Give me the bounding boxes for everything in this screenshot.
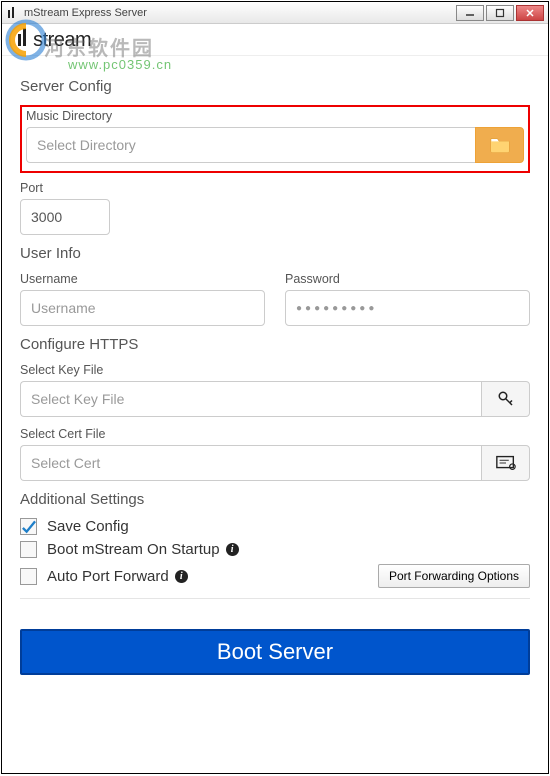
configure-https-heading: Configure HTTPS [20, 336, 530, 353]
password-input[interactable] [285, 290, 530, 326]
port-label: Port [20, 181, 530, 195]
watermark-logo-icon [4, 18, 48, 62]
auto-port-forward-label: Auto Port Forward [47, 568, 169, 585]
music-directory-highlight: Music Directory [20, 105, 530, 173]
username-input[interactable] [20, 290, 265, 326]
browse-directory-button[interactable] [475, 127, 524, 163]
browse-cert-file-button[interactable] [481, 445, 530, 481]
username-label: Username [20, 272, 265, 286]
music-directory-input[interactable] [26, 127, 475, 163]
key-file-label: Select Key File [20, 363, 530, 377]
auto-port-forward-checkbox[interactable] [20, 568, 37, 585]
window-title: mStream Express Server [24, 7, 456, 19]
save-config-checkbox[interactable] [20, 518, 37, 535]
password-label: Password [285, 272, 530, 286]
boot-startup-label: Boot mStream On Startup [47, 541, 220, 558]
minimize-button[interactable] [456, 5, 484, 21]
info-icon[interactable]: i [175, 570, 188, 583]
save-config-label: Save Config [47, 518, 129, 535]
music-directory-label: Music Directory [26, 109, 524, 123]
maximize-button[interactable] [486, 5, 514, 21]
cert-file-label: Select Cert File [20, 427, 530, 441]
folder-icon [489, 136, 511, 154]
additional-settings-heading: Additional Settings [20, 491, 530, 508]
user-info-heading: User Info [20, 245, 530, 262]
close-button[interactable] [516, 5, 544, 21]
browse-key-file-button[interactable] [481, 381, 530, 417]
server-config-heading: Server Config [20, 78, 530, 95]
boot-server-button[interactable]: Boot Server [20, 629, 530, 675]
certificate-icon [495, 454, 517, 472]
brand-bar: stream 河东软件园 www.pc0359.cn [2, 24, 548, 56]
port-input[interactable] [20, 199, 110, 235]
key-icon [495, 390, 517, 408]
key-file-input[interactable] [20, 381, 481, 417]
cert-file-input[interactable] [20, 445, 481, 481]
info-icon[interactable]: i [226, 543, 239, 556]
boot-startup-checkbox[interactable] [20, 541, 37, 558]
divider [20, 598, 530, 599]
port-forwarding-options-button[interactable]: Port Forwarding Options [378, 564, 530, 588]
titlebar: mStream Express Server [2, 2, 548, 24]
